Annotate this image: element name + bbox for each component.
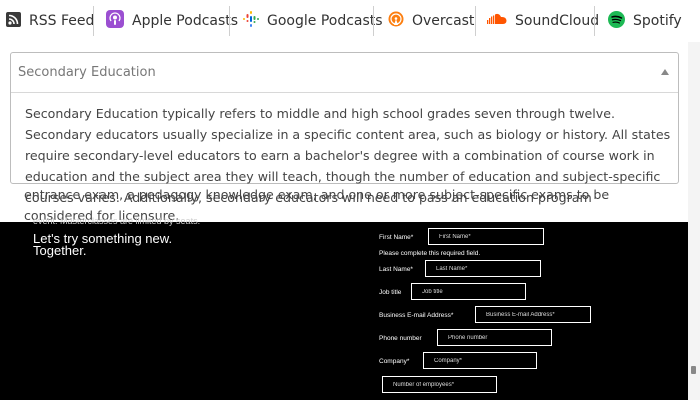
divider (93, 6, 94, 36)
scrollbar-track[interactable] (688, 42, 700, 400)
scrollbar-thumb[interactable] (691, 366, 696, 374)
overcast-label: Overcast (412, 13, 475, 29)
apple-podcasts-link[interactable]: Apple Podcasts (106, 0, 238, 42)
email-label: Business E-mail Address* (379, 312, 454, 319)
google-podcasts-icon (243, 10, 259, 32)
spotify-icon (608, 10, 625, 32)
spotify-link[interactable]: Spotify (608, 0, 682, 42)
spotify-label: Spotify (633, 13, 682, 29)
apple-podcasts-icon (106, 10, 124, 32)
accordion-header[interactable]: Secondary Education (11, 53, 678, 93)
overcast-icon (388, 11, 404, 31)
rss-feed-label: RSS Feed (29, 13, 95, 29)
first-name-label: First Name* (379, 234, 414, 241)
accordion-title: Secondary Education (18, 65, 156, 80)
phone-field[interactable] (437, 329, 552, 346)
job-title-field[interactable] (411, 283, 526, 300)
soundcloud-label: SoundCloud (515, 13, 600, 29)
phone-label: Phone number (379, 335, 422, 342)
rss-icon (6, 11, 21, 31)
apple-podcasts-label: Apple Podcasts (132, 13, 239, 29)
email-field[interactable] (475, 306, 591, 323)
divider (594, 6, 595, 36)
company-label: Company* (379, 358, 410, 365)
signup-form-section: event. Masterclasses are limited by seat… (0, 216, 688, 400)
tagline: Let's try something new. Together. (33, 232, 172, 258)
overcast-link[interactable]: Overcast (388, 0, 474, 42)
divider (229, 6, 230, 36)
soundcloud-link[interactable]: SoundCloud (487, 0, 599, 42)
employees-field[interactable] (382, 376, 497, 393)
soundcloud-icon (487, 13, 507, 29)
masterclass-note: event. Masterclasses are limited by seat… (33, 216, 201, 226)
divider (373, 6, 374, 36)
job-title-label: Job title (379, 289, 402, 296)
required-field-error: Please complete this required field. (379, 250, 481, 257)
podcast-links-bar: RSS Feed Apple Podcasts Google Podcasts … (0, 0, 700, 42)
first-name-field[interactable] (428, 228, 544, 245)
company-field[interactable] (423, 352, 537, 369)
tagline-line-2: Together. (33, 243, 87, 258)
google-podcasts-label: Google Podcasts (267, 13, 383, 29)
last-name-field[interactable] (425, 260, 541, 277)
last-name-label: Last Name* (379, 266, 413, 273)
secondary-education-accordion: Secondary Education Secondary Education … (10, 52, 679, 205)
rss-feed-link[interactable]: RSS Feed (6, 0, 94, 42)
google-podcasts-link[interactable]: Google Podcasts (243, 0, 383, 42)
chevron-up-icon[interactable] (661, 69, 669, 75)
divider (475, 6, 476, 36)
